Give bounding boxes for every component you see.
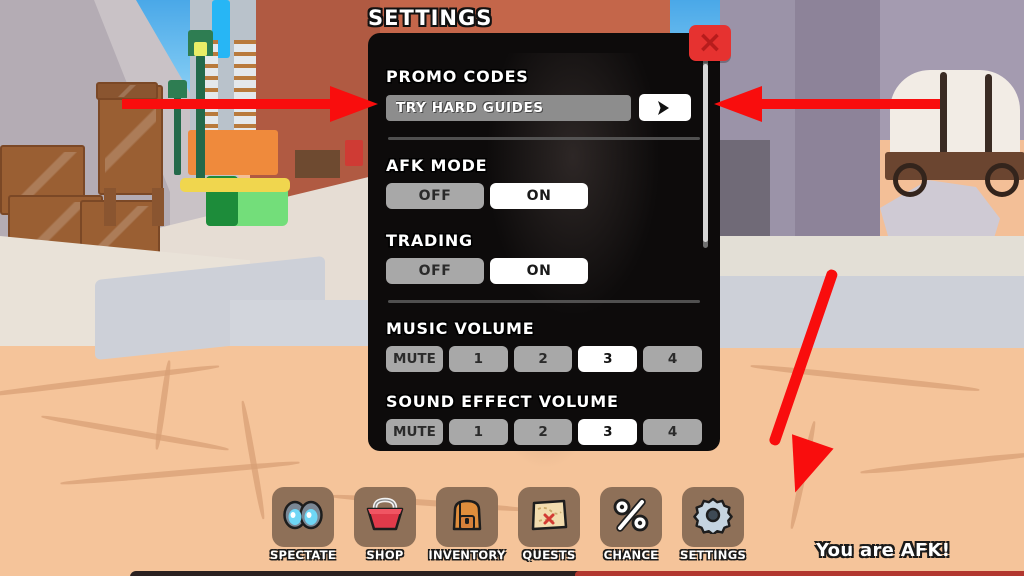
wagon-wheel-1 [893,163,927,197]
sign-red [345,140,363,166]
close-button[interactable]: × [689,25,731,61]
covered-wagon [890,70,1020,160]
music-volume-1-button[interactable]: 1 [448,346,508,372]
sound-effect-volume-label: SOUND EFFECT VOLUME [386,392,619,411]
afk-status-message: You are AFK! [816,540,951,561]
wagon-hoop-2 [985,74,992,159]
music-volume-4-button[interactable]: 4 [643,346,703,372]
promo-code-row [386,94,702,121]
sfx-volume-3-button[interactable]: 3 [578,419,638,445]
page-title: SETTINGS [368,6,493,30]
sfx-volume-2-button[interactable]: 2 [513,419,573,445]
chance-icon-box [600,487,662,547]
toolbar-item-spectate[interactable]: SPECTATE [269,487,337,562]
toolbar-item-inventory[interactable]: INVENTORY [428,487,505,562]
binoculars-icon [282,498,324,537]
wagon-wheel-2 [985,163,1019,197]
music-volume-mute-button[interactable]: MUTE [386,346,443,372]
settings-panel: PROMO CODES AFK MODE OFF ON [368,33,720,451]
promo-code-input[interactable] [386,94,631,121]
crate-leaning-board [96,82,158,100]
toolbar-item-quests[interactable]: QUESTS [518,487,580,562]
trading-off-button[interactable]: OFF [386,258,484,284]
sound-effect-volume-group: MUTE 1 2 3 4 [386,419,703,445]
sfx-volume-4-button[interactable]: 4 [643,419,703,445]
percent-icon [611,497,651,538]
toolbar-item-settings[interactable]: SETTINGS [679,487,747,562]
yellow-slab [180,178,290,192]
pavement-right [690,270,1024,348]
trading-on-button[interactable]: ON [490,258,588,284]
panel-scrollbar-thumb[interactable] [703,64,708,242]
section-divider [388,300,700,303]
music-volume-3-button[interactable]: 3 [578,346,638,372]
chevron-right-icon [654,99,676,117]
bottom-toolbar: SPECTATE SHOP INVENTORY QUESTS CHANCE SE… [269,487,747,562]
quests-icon-box [518,487,580,547]
chat-bar-accent [575,571,1024,576]
game-screen: SETTINGS PROMO CODES AFK MODE O [0,0,1024,576]
lamp-post-tall-pole [196,55,205,190]
lamp-post-tall-glow [194,42,207,56]
toolbar-label-shop: SHOP [366,548,404,562]
toolbar-label-quests: QUESTS [522,548,576,562]
section-divider [388,137,700,140]
wagon-hoop-1 [940,72,947,157]
bench [295,150,340,178]
toolbar-item-shop[interactable]: SHOP [354,487,416,562]
spectate-icon-box [272,487,334,547]
gear-icon [693,496,733,539]
music-volume-group: MUTE 1 2 3 4 [386,346,703,372]
toolbar-label-spectate: SPECTATE [269,548,337,562]
music-volume-2-button[interactable]: 2 [513,346,573,372]
promo-codes-label: PROMO CODES [386,67,529,86]
backpack-icon [447,496,487,539]
afk-mode-on-button[interactable]: ON [490,183,588,209]
tower-ladder-right [234,40,256,135]
toolbar-label-settings: SETTINGS [679,548,747,562]
map-scroll-icon [529,497,569,538]
promo-submit-button[interactable] [639,94,691,121]
crate-leg-right [152,188,164,226]
toolbar-label-chance: CHANCE [603,548,659,562]
trading-label: TRADING [386,231,473,250]
trading-toggle-group: OFF ON [386,258,702,284]
afk-mode-label: AFK MODE [386,156,488,175]
afk-mode-off-button[interactable]: OFF [386,183,484,209]
inventory-icon-box [436,487,498,547]
toolbar-item-chance[interactable]: CHANCE [600,487,662,562]
toolbar-label-inventory: INVENTORY [428,548,506,562]
sfx-volume-mute-button[interactable]: MUTE [386,419,443,445]
music-volume-label: MUSIC VOLUME [386,319,535,338]
sfx-volume-1-button[interactable]: 1 [448,419,508,445]
close-icon: × [697,25,723,60]
pavement-right-top [690,236,1024,276]
crate-leg-left [104,188,116,226]
shopping-basket-icon [364,497,406,538]
lamp-post-small-head [168,80,187,98]
settings-icon-box [682,487,744,547]
shop-icon-box [354,487,416,547]
afk-mode-toggle-group: OFF ON [386,183,702,209]
